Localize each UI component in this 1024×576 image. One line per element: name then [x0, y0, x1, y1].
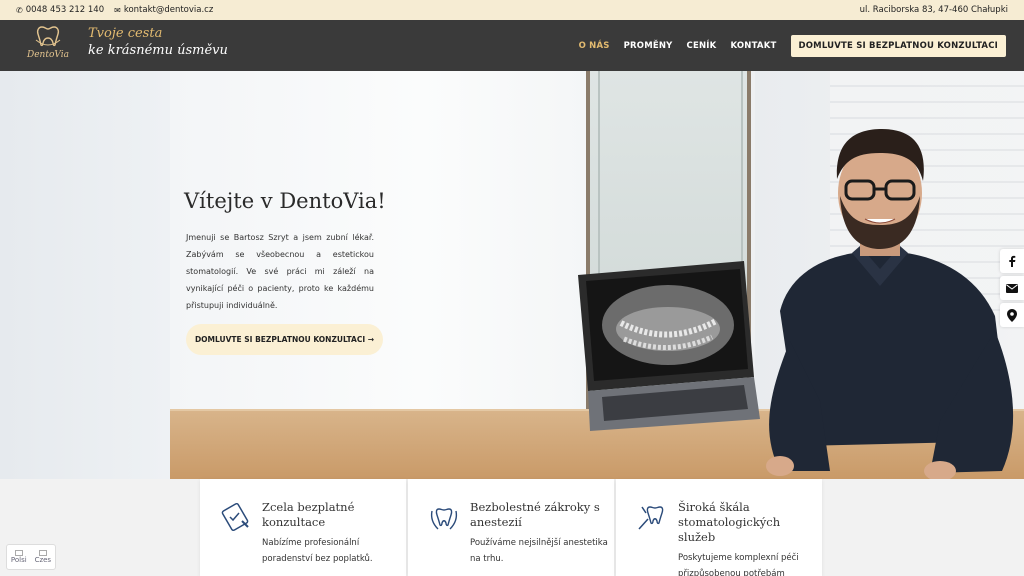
feature-title: Široká škála stomatologických služeb — [678, 500, 781, 544]
feature-title: Bezbolestné zákroky s anestezií — [470, 500, 600, 529]
email-link[interactable]: ✉ kontakt@dentovia.cz — [114, 5, 213, 15]
feature-card-anesthesia: Bezbolestné zákroky s anestezií Používám… — [408, 479, 614, 576]
nav-kontakt[interactable]: KONTAKT — [730, 41, 776, 51]
mail-icon — [1006, 283, 1018, 293]
location-icon — [1007, 308, 1017, 322]
email-button[interactable] — [1000, 276, 1024, 300]
laptop-xray — [578, 261, 760, 431]
email-address: kontakt@dentovia.cz — [123, 5, 214, 15]
lang-polish-label: Polsi — [10, 555, 27, 564]
header: DentoVia Tvoje cesta ke krásnému úsměvu … — [0, 20, 1024, 71]
location-button[interactable] — [1000, 303, 1024, 327]
clipboard-icon — [221, 502, 249, 532]
feature-desc: Používáme nejsilnější anestetika na trhu… — [470, 538, 608, 564]
lang-czech[interactable]: Czes — [34, 549, 52, 565]
feature-card-consultation: Zcela bezplatné konzultace Nabízíme prof… — [200, 479, 406, 576]
logo-text: DentoVia — [27, 50, 69, 60]
phone-number: 0048 453 212 140 — [25, 5, 105, 15]
header-consultation-button[interactable]: DOMLUVTE SI BEZPLATNOU KONZULTACI — [790, 34, 1006, 57]
address: ul. Raciborska 83, 47-460 Chałupki — [859, 5, 1008, 15]
hero-background-left — [0, 71, 170, 479]
nav-promeny[interactable]: PROMĚNY — [624, 41, 673, 51]
hero-text: Jmenuji se Bartosz Szryt a jsem zubní lé… — [186, 233, 374, 310]
tooth-laurel-icon — [430, 508, 458, 530]
hero-section: Vítejte v DentoVia! Jmenuji se Bartosz S… — [0, 71, 1024, 479]
dentist-photo — [766, 129, 1014, 479]
tagline-line1: Tvoje cesta — [88, 26, 163, 41]
feature-title: Zcela bezplatné konzultace — [262, 500, 355, 529]
nav-o-nas[interactable]: O NÁS — [579, 41, 610, 51]
features-section: Zcela bezplatné konzultace Nabízíme prof… — [0, 479, 1024, 576]
tagline: Tvoje cesta ke krásnému úsměvu — [88, 26, 228, 59]
lang-polish[interactable]: Polsi — [10, 549, 27, 565]
lang-czech-label: Czes — [34, 555, 52, 564]
envelope-icon: ✉ — [114, 5, 121, 15]
nav-cenik[interactable]: CENÍK — [687, 41, 717, 51]
facebook-button[interactable] — [1000, 249, 1024, 273]
main-nav: O NÁS PROMĚNY CENÍK KONTAKT DOMLUVTE SI … — [565, 20, 1006, 71]
feature-card-services: Široká škála stomatologických služeb Pos… — [616, 479, 822, 576]
phone-link[interactable]: ✆ 0048 453 212 140 — [16, 5, 104, 15]
phone-icon: ✆ — [16, 5, 23, 15]
hero-title: Vítejte v DentoVia! — [184, 189, 386, 213]
dental-tools-icon — [638, 506, 664, 530]
feature-desc: Poskytujeme komplexní péči přizpůsobenou… — [678, 553, 799, 576]
language-switcher[interactable]: Polsi Czes — [6, 544, 56, 570]
facebook-icon — [1009, 255, 1016, 267]
tagline-line2: ke krásnému úsměvu — [88, 43, 228, 58]
feature-desc: Nabízíme profesionální poradenství bez p… — [262, 538, 373, 564]
tooth-logo-icon — [35, 26, 61, 47]
logo[interactable]: DentoVia — [25, 24, 71, 66]
top-bar: ✆ 0048 453 212 140 ✉ kontakt@dentovia.cz… — [0, 0, 1024, 20]
hero-consultation-button[interactable]: DOMLUVTE SI BEZPLATNOU KONZULTACI → — [186, 324, 383, 355]
